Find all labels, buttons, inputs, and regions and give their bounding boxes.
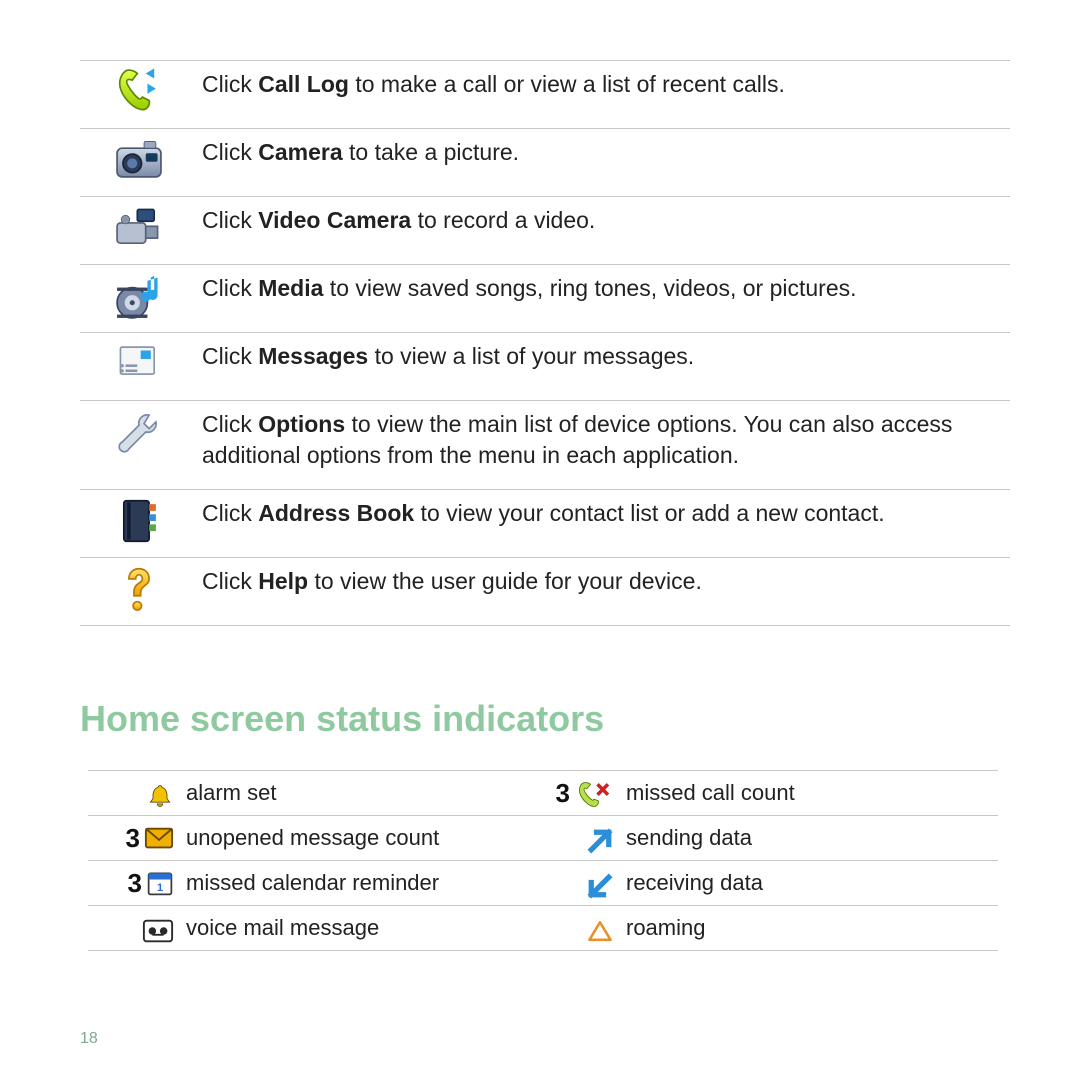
text: Click xyxy=(202,139,258,165)
text: to view the user guide for your device. xyxy=(308,568,702,594)
bold-text: Options xyxy=(258,411,345,437)
app-desc: Click Options to view the main list of d… xyxy=(198,401,1010,490)
apps-table: Click Call Log to make a call or view a … xyxy=(80,60,1010,626)
messages-icon xyxy=(112,337,166,391)
app-row-options: Click Options to view the main list of d… xyxy=(80,401,1010,490)
arrow-down-left-icon xyxy=(586,872,614,900)
text: to make a call or view a list of recent … xyxy=(349,71,785,97)
missed-call-icon xyxy=(574,779,614,807)
indicator-row: voice mail message roaming xyxy=(88,906,998,951)
indicator-row: 3 unopened message count sending data xyxy=(88,816,998,861)
count: 3 xyxy=(556,778,570,809)
text: Click xyxy=(202,411,258,437)
bold-text: Camera xyxy=(258,139,342,165)
app-desc: Click Call Log to make a call or view a … xyxy=(198,61,1010,129)
voicemail-icon xyxy=(142,917,174,945)
text: Click xyxy=(202,568,258,594)
options-wrench-icon xyxy=(112,405,166,459)
bold-text: Video Camera xyxy=(258,207,411,233)
status-indicators-table: alarm set 3 missed call count 3 xyxy=(88,770,998,951)
app-row-media: Click Media to view saved songs, ring to… xyxy=(80,265,1010,333)
text: to record a video. xyxy=(411,207,595,233)
text: to view a list of your messages. xyxy=(368,343,694,369)
bold-text: Address Book xyxy=(258,500,414,526)
media-icon xyxy=(112,269,166,323)
indicator-label: sending data xyxy=(622,816,998,861)
app-desc: Click Help to view the user guide for yo… xyxy=(198,558,1010,626)
camera-icon xyxy=(112,133,166,187)
text: to take a picture. xyxy=(343,139,519,165)
bold-text: Media xyxy=(258,275,323,301)
app-row-address-book: Click Address Book to view your contact … xyxy=(80,490,1010,558)
app-row-call-log: Click Call Log to make a call or view a … xyxy=(80,61,1010,129)
text: Click xyxy=(202,71,258,97)
indicator-row: alarm set 3 missed call count xyxy=(88,771,998,816)
alarm-bell-icon xyxy=(146,782,174,810)
svg-text:1: 1 xyxy=(157,882,163,894)
indicator-label: unopened message count xyxy=(182,816,510,861)
roaming-triangle-icon xyxy=(586,917,614,945)
text: to view your contact list or add a new c… xyxy=(414,500,884,526)
text: Click xyxy=(202,500,258,526)
app-row-messages: Click Messages to view a list of your me… xyxy=(80,333,1010,401)
indicator-label: missed call count xyxy=(622,771,998,816)
app-row-help: Click Help to view the user guide for yo… xyxy=(80,558,1010,626)
manual-page: Click Call Log to make a call or view a … xyxy=(0,0,1080,1080)
count: 3 xyxy=(128,868,142,899)
indicator-label: roaming xyxy=(622,906,998,951)
envelope-icon xyxy=(144,824,174,852)
section-heading: Home screen status indicators xyxy=(80,698,1010,740)
app-desc: Click Messages to view a list of your me… xyxy=(198,333,1010,401)
text: Click xyxy=(202,343,258,369)
app-desc: Click Media to view saved songs, ring to… xyxy=(198,265,1010,333)
indicator-label: alarm set xyxy=(182,771,510,816)
bold-text: Messages xyxy=(258,343,368,369)
indicator-label: missed calendar reminder xyxy=(182,861,510,906)
indicator-label: voice mail message xyxy=(182,906,510,951)
app-row-video-camera: Click Video Camera to record a video. xyxy=(80,197,1010,265)
text: Click xyxy=(202,275,258,301)
calendar-icon: 1 xyxy=(146,869,174,897)
bold-text: Help xyxy=(258,568,308,594)
app-desc: Click Address Book to view your contact … xyxy=(198,490,1010,558)
arrow-up-right-icon xyxy=(586,827,614,855)
bold-text: Call Log xyxy=(258,71,349,97)
text: Click xyxy=(202,207,258,233)
indicator-label: receiving data xyxy=(622,861,998,906)
app-desc: Click Camera to take a picture. xyxy=(198,129,1010,197)
address-book-icon xyxy=(112,494,166,548)
page-number: 18 xyxy=(80,1030,98,1048)
app-row-camera: Click Camera to take a picture. xyxy=(80,129,1010,197)
count: 3 xyxy=(126,823,140,854)
text: to view saved songs, ring tones, videos,… xyxy=(323,275,856,301)
video-camera-icon xyxy=(112,201,166,255)
help-icon xyxy=(112,562,166,616)
app-desc: Click Video Camera to record a video. xyxy=(198,197,1010,265)
call-log-icon xyxy=(112,65,166,119)
indicator-row: 3 1 missed calendar reminder recei xyxy=(88,861,998,906)
